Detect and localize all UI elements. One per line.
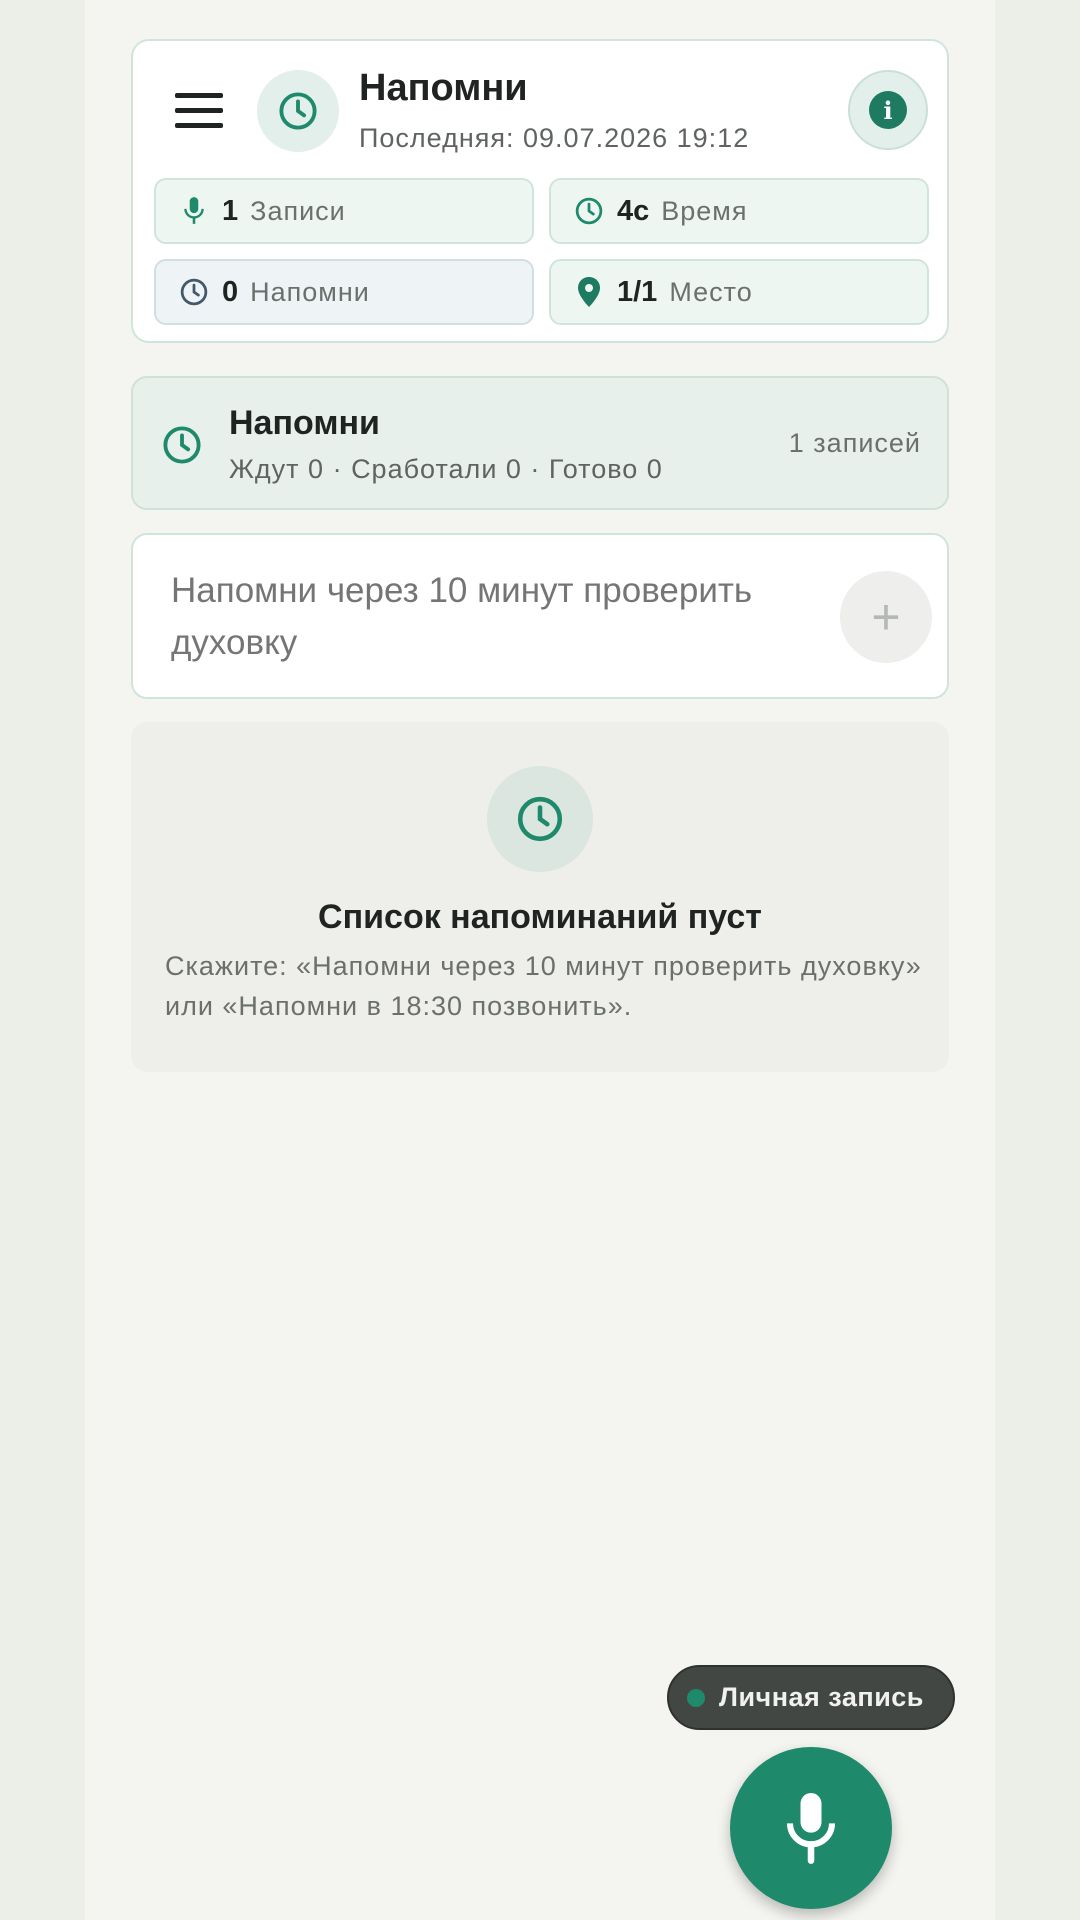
stat-value: 0 [222, 275, 239, 308]
stat-records: 1 Записи [154, 178, 534, 244]
stat-value: 4с [617, 194, 650, 227]
stat-time: 4с Время [549, 178, 929, 244]
stat-label: Напомни [250, 276, 370, 307]
info-icon: i [869, 91, 907, 129]
personal-recording-badge[interactable]: Личная запись [667, 1665, 955, 1730]
reminders-summary-card[interactable]: Напомни Ждут 0 · Сработали 0 · Готово 0 … [131, 376, 949, 510]
stat-label: Время [661, 195, 748, 226]
empty-state-hint: Скажите: «Напомни через 10 минут провери… [165, 951, 922, 1021]
mic-icon [178, 195, 210, 227]
summary-status-counts: Ждут 0 · Сработали 0 · Готово 0 [229, 454, 663, 484]
clock-icon [487, 766, 593, 872]
clock-icon [161, 424, 203, 466]
reminder-input-card: + [131, 533, 949, 699]
app-title: Напомни [359, 67, 528, 109]
stat-label: Место [669, 276, 753, 307]
summary-record-count: 1 записей [788, 428, 921, 458]
status-dot-icon [687, 1688, 705, 1707]
record-mic-button[interactable] [730, 1747, 892, 1909]
clock-icon [573, 195, 605, 227]
stat-value: 1 [222, 194, 239, 227]
header-card: Напомни Последняя: 09.07.2026 19:12 i 1 … [131, 39, 949, 343]
last-recording-timestamp: Последняя: 09.07.2026 19:12 [359, 123, 750, 153]
stat-label: Записи [250, 195, 346, 226]
hamburger-menu-icon[interactable] [175, 93, 225, 133]
stat-location: 1/1 Место [549, 259, 929, 325]
add-reminder-button[interactable]: + [840, 571, 932, 663]
empty-state: Список напоминаний пуст Скажите: «Напомн… [131, 722, 949, 1072]
clock-icon [178, 276, 210, 308]
empty-state-title: Список напоминаний пуст [318, 898, 762, 936]
clock-icon [257, 70, 339, 152]
location-pin-icon [573, 276, 605, 308]
info-button[interactable]: i [848, 70, 928, 150]
mic-icon [786, 1793, 836, 1864]
stat-reminders: 0 Напомни [154, 259, 534, 325]
reminder-input[interactable] [171, 565, 831, 675]
summary-title: Напомни [229, 404, 380, 442]
badge-label: Личная запись [719, 1682, 924, 1712]
stat-value: 1/1 [617, 275, 658, 308]
